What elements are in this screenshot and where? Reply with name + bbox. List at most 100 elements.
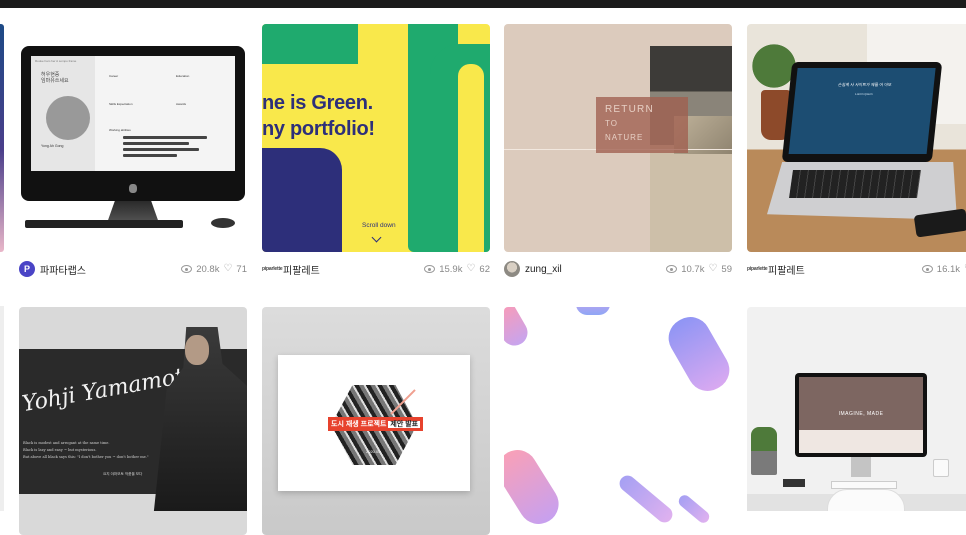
eye-icon	[666, 265, 678, 273]
mug-image	[933, 459, 949, 477]
heart-icon[interactable]: ♡	[708, 264, 717, 274]
skill-bar	[123, 142, 189, 145]
imac-image: Rooke ham her A sompo frame 허우현증 임마유쓰세요 …	[21, 46, 245, 201]
project-thumbnail[interactable]: Rooke ham her A sompo frame 허우현증 임마유쓰세요 …	[19, 24, 247, 252]
project-card[interactable]: RETURN TO NATURE zung_xil 10.7k ♡ 59	[504, 24, 732, 280]
keyboard-image	[831, 481, 897, 489]
author-name: 파파타랩스	[40, 265, 86, 277]
resume-header-text: Rooke ham her A sompo frame	[35, 59, 77, 63]
credit-text: 요지 야마모토 작품을 보다	[103, 472, 143, 476]
eye-icon	[181, 265, 193, 273]
gradient-stripe	[576, 307, 610, 315]
card-stats: 20.8k ♡ 71	[181, 264, 247, 275]
poster-date: 2020.06	[366, 449, 381, 454]
project-thumbnail[interactable]	[504, 307, 732, 535]
card-meta: piparlette 피팔레트 15.9k ♡ 62	[262, 260, 490, 278]
monitor-screen-title: IMAGINE, MADE	[838, 411, 884, 417]
author-avatar: P	[19, 261, 35, 277]
mouse-image	[211, 218, 235, 228]
title-line-3: NATURE	[605, 133, 644, 142]
project-card[interactable]: 손쉽게 사 사이트가 제를 어 아보 Lorem Ipsum piparlett…	[747, 24, 966, 280]
heart-icon[interactable]: ♡	[466, 264, 475, 274]
skill-bar	[123, 136, 207, 139]
card-stats: 16.1k ♡	[921, 263, 966, 275]
project-thumbnail[interactable]: 도시 재생 프로젝트 제안 발표 2020.06	[262, 307, 490, 535]
project-card[interactable]: Yohji Yamamoto Black is modest and arrog…	[19, 307, 247, 535]
books-image	[783, 479, 805, 487]
headline-line-2: ny portfolio!	[262, 118, 375, 140]
resume-section-career: Career	[109, 74, 119, 78]
like-count: 59	[721, 263, 732, 275]
card-meta: zung_xil 10.7k ♡ 59	[504, 260, 732, 278]
project-thumbnail[interactable]: 손쉽게 사 사이트가 제를 어 아보 Lorem Ipsum	[747, 24, 966, 252]
monitor-stand	[851, 457, 871, 477]
skill-bar	[123, 148, 199, 151]
view-count: 10.7k	[681, 263, 705, 275]
author-name: 피팔레트	[768, 265, 805, 277]
resume-mockup: Rooke ham her A sompo frame 허우현증 임마유쓰세요 …	[31, 56, 235, 171]
project-card[interactable]: ne is Green. ny portfolio! Scroll down p…	[262, 24, 490, 280]
resume-person-name: Yong Ah Gong	[41, 144, 64, 148]
profile-photo-placeholder	[46, 96, 90, 140]
laptop-keyboard	[789, 170, 921, 198]
scroll-down-label: Scroll down	[362, 222, 396, 229]
gradient-stripe	[616, 472, 676, 526]
partial-card-left-2[interactable]	[0, 306, 4, 511]
presentation-poster: 도시 재생 프로젝트 제안 발표 2020.06	[278, 355, 470, 491]
eye-icon	[424, 265, 436, 273]
title-line-1: RETURN	[605, 104, 654, 115]
resume-section-abilities: Working abilities	[109, 128, 131, 132]
author-avatar	[504, 261, 520, 277]
laptop-screen-subtext: Lorem Ipsum	[854, 92, 873, 96]
author-link[interactable]: piparlette 피팔레트	[262, 262, 320, 277]
author-link[interactable]: piparlette 피팔레트	[747, 262, 805, 277]
title-line-2: TO	[605, 119, 618, 128]
author-avatar: piparlette	[262, 266, 283, 272]
monitor-display: IMAGINE, MADE	[799, 377, 923, 453]
project-card[interactable]: Rooke ham her A sompo frame 허우현증 임마유쓰세요 …	[19, 24, 247, 280]
card-meta: P 파파타랩스 20.8k ♡ 71	[19, 260, 247, 278]
gradient-stripe	[676, 492, 712, 526]
view-count: 16.1k	[936, 263, 961, 275]
navy-shape	[262, 148, 342, 252]
card-stats: 15.9k ♡ 62	[424, 264, 490, 275]
skill-bar	[123, 154, 177, 157]
apple-logo-icon	[129, 184, 137, 193]
author-avatar: piparlette	[747, 266, 768, 272]
keyboard-image	[25, 220, 183, 228]
project-card[interactable]: IMAGINE, MADE	[747, 307, 966, 511]
partial-card-left-1[interactable]	[0, 24, 4, 252]
project-thumbnail[interactable]: IMAGINE, MADE	[747, 307, 966, 511]
project-card[interactable]	[504, 307, 732, 535]
poster-title-suffix: 제안 발표	[388, 421, 421, 428]
laptop-image: 손쉽게 사 사이트가 제를 어 아보 Lorem Ipsum	[781, 62, 943, 162]
resume-section-skills: Skills Expectation	[109, 102, 133, 106]
author-link[interactable]: zung_xil	[504, 261, 562, 277]
monitor-image: IMAGINE, MADE	[795, 373, 927, 457]
quote-text: Black is modest and arrogant at the same…	[23, 441, 149, 459]
plant-image	[751, 427, 777, 475]
gradient-stripe	[504, 442, 567, 532]
portrait-face	[185, 335, 209, 365]
author-name: 피팔레트	[283, 265, 320, 277]
project-thumbnail[interactable]: ne is Green. ny portfolio! Scroll down	[262, 24, 490, 252]
author-name: zung_xil	[525, 263, 562, 275]
project-thumbnail[interactable]: RETURN TO NATURE	[504, 24, 732, 252]
chair-image	[827, 489, 905, 511]
like-count: 62	[479, 263, 490, 275]
poster-title-text: 도시 재생 프로젝트	[331, 421, 387, 428]
gradient-stripe	[661, 309, 732, 399]
author-link[interactable]: P 파파타랩스	[19, 261, 86, 277]
gradient-stripe	[504, 307, 533, 351]
eye-icon	[921, 265, 933, 273]
laptop-display: 손쉽게 사 사이트가 제를 어 아보 Lorem Ipsum	[788, 68, 936, 154]
card-meta: piparlette 피팔레트 16.1k ♡	[747, 260, 966, 278]
resume-section-awards: Awards	[176, 102, 186, 106]
chevron-down-icon	[371, 232, 382, 243]
laptop-screen-text: 손쉽게 사 사이트가 제를 어 아보	[837, 82, 892, 87]
resume-section-education: Education	[176, 74, 190, 78]
heart-icon[interactable]: ♡	[223, 264, 232, 274]
view-count: 20.8k	[196, 263, 220, 275]
project-card[interactable]: 도시 재생 프로젝트 제안 발표 2020.06	[262, 307, 490, 535]
project-thumbnail[interactable]: Yohji Yamamoto Black is modest and arrog…	[19, 307, 247, 535]
